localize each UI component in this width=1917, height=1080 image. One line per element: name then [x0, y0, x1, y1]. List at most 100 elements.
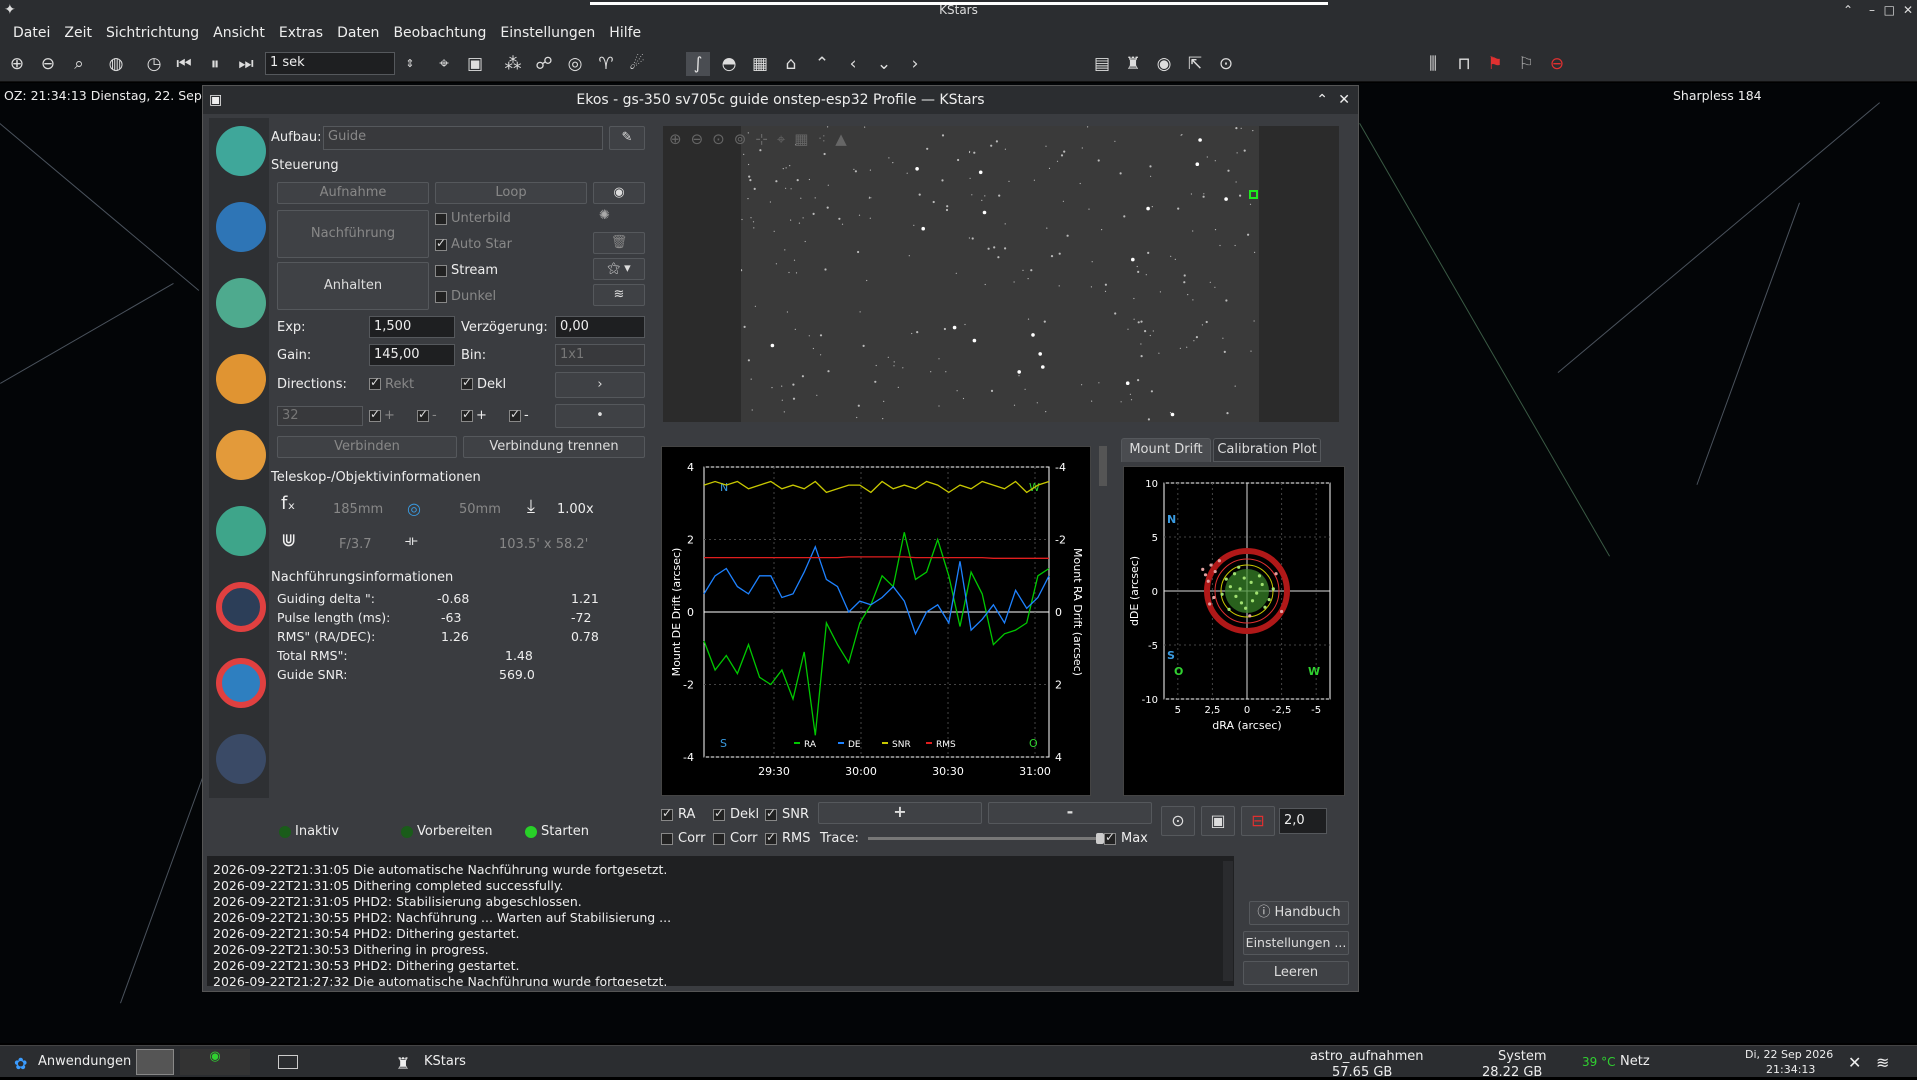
connect-button[interactable]: Verbinden	[277, 436, 457, 458]
ra-series-checkbox[interactable]	[661, 806, 673, 821]
trace-slider-handle[interactable]	[1096, 833, 1104, 844]
dark-checkbox[interactable]	[435, 291, 447, 303]
eye-icon[interactable]: ◉	[1152, 52, 1176, 76]
analyze-module-icon[interactable]	[216, 278, 266, 328]
horizon-icon[interactable]: ◓	[717, 52, 741, 76]
wand-button[interactable]: ⚝ ▾	[593, 258, 645, 280]
red-flag-icon[interactable]: ⚑	[1483, 52, 1507, 76]
tab-calibration-plot[interactable]: Calibration Plot	[1213, 438, 1321, 462]
stream-checkbox[interactable]	[435, 265, 447, 277]
ekos-collapse-icon[interactable]: ⌃	[1316, 86, 1328, 114]
zoom-fit-button[interactable]: ⊙	[1161, 806, 1195, 836]
up-icon[interactable]: ⌃	[810, 52, 834, 76]
settings-button[interactable]: Einstellungen ...	[1243, 931, 1349, 955]
zoom-out-graph-button[interactable]: -	[988, 802, 1152, 824]
box-size-select[interactable]: 32	[277, 406, 363, 426]
image-icon[interactable]: ▣	[463, 52, 487, 76]
mount-module-icon[interactable]	[216, 506, 266, 556]
right-icon[interactable]: ›	[903, 52, 927, 76]
menu-daten[interactable]: Daten	[337, 25, 379, 41]
close-icon[interactable]: ✕	[1903, 0, 1913, 20]
clear-graph-button[interactable]: ⊟	[1241, 806, 1275, 836]
autostar-checkbox[interactable]	[435, 236, 447, 251]
telescope-icon[interactable]: ♜	[1121, 52, 1145, 76]
ra-plus-checkbox[interactable]	[369, 407, 381, 422]
down-icon[interactable]: ⌄	[872, 52, 896, 76]
menu-beobachtung[interactable]: Beobachtung	[393, 25, 486, 41]
comet-icon[interactable]: ☄	[625, 52, 649, 76]
stop-button[interactable]: Anhalten	[277, 262, 429, 310]
drift-graph[interactable]: -4 4 -2 2 0 0 2 -2 4 -4 29:30 30:00 30:30 31:00 Mount …	[661, 446, 1091, 796]
graph-scrollbar[interactable]	[1099, 446, 1107, 486]
clock-date[interactable]: Di, 22 Sep 2026	[1745, 1048, 1833, 1061]
center-icon[interactable]: ⌖	[432, 52, 456, 76]
zoom-in-graph-button[interactable]: +	[818, 802, 982, 824]
guide-image[interactable]	[740, 126, 1259, 422]
frame-tool-icons[interactable]: ⊕⊖⊙⊚⊹⌖▦⁖▲	[669, 130, 856, 148]
target-icon[interactable]: ◎	[563, 52, 587, 76]
edit-setup-button[interactable]: ✎	[609, 126, 645, 150]
de-plus-checkbox[interactable]	[461, 407, 473, 422]
de-direction-checkbox[interactable]	[461, 375, 473, 390]
setup-module-icon[interactable]	[216, 126, 266, 176]
align-module-icon[interactable]	[216, 582, 266, 632]
menu-extras[interactable]: Extras	[279, 25, 323, 41]
de-minus-checkbox[interactable]	[509, 407, 521, 422]
no-entry-icon[interactable]: ⊖	[1545, 52, 1569, 76]
kstars-task-label[interactable]: KStars	[424, 1054, 466, 1069]
trace-slider[interactable]	[868, 833, 1104, 844]
guide-frame[interactable]: ⊕⊖⊙⊚⊹⌖▦⁖▲	[663, 126, 1339, 422]
menu-ansicht[interactable]: Ansicht	[213, 25, 265, 41]
maximize-icon[interactable]: □	[1884, 0, 1895, 20]
forward-icon[interactable]: ⏭	[234, 52, 258, 76]
ekos-close-icon[interactable]: ✕	[1338, 86, 1350, 114]
star-select-button[interactable]: •	[555, 404, 645, 428]
launcher-icon[interactable]: ✿	[14, 1054, 27, 1073]
exp-input[interactable]: 1,500	[369, 316, 455, 338]
menu-datei[interactable]: Datei	[13, 25, 50, 41]
disk-system[interactable]: System	[1498, 1049, 1546, 1064]
left-icon[interactable]: ‹	[841, 52, 865, 76]
layout-icon[interactable]: ⫼	[1421, 52, 1445, 76]
save-graph-button[interactable]: ▣	[1201, 806, 1235, 836]
menu-einstellungen[interactable]: Einstellungen	[500, 25, 595, 41]
scale-input[interactable]: 2,0	[1279, 808, 1327, 834]
log-scrollbar[interactable]	[1223, 861, 1233, 981]
disconnect-button[interactable]: Verbindung trennen	[463, 436, 645, 458]
constellation-icon[interactable]: ☍	[532, 52, 556, 76]
clock-icon[interactable]: ◷	[142, 52, 166, 76]
subframe-checkbox[interactable]	[435, 213, 447, 225]
delay-input[interactable]: 0,00	[555, 316, 645, 338]
guide-module-icon[interactable]	[216, 658, 266, 708]
magnify-icon[interactable]: ⊙	[1214, 52, 1238, 76]
window-minimize-icon[interactable]: –	[1869, 0, 1875, 20]
wifi-icon[interactable]: ≋	[1876, 1053, 1889, 1072]
home-icon[interactable]: ⌂	[779, 52, 803, 76]
ra-direction-checkbox[interactable]	[369, 375, 381, 390]
app-menu-icon[interactable]: ✦	[4, 0, 16, 20]
search-icon[interactable]: ⌕	[67, 52, 91, 76]
focus-module-icon[interactable]	[216, 430, 266, 480]
dekl-series-checkbox[interactable]	[713, 806, 725, 821]
stars-icon[interactable]: ⁂	[501, 52, 525, 76]
time-step-spinner-icon[interactable]: ⇕	[398, 52, 422, 76]
loop-button[interactable]: Loop	[435, 182, 587, 204]
clear-log-button[interactable]: Leeren	[1243, 961, 1349, 985]
bin-select[interactable]: 1x1	[555, 344, 645, 366]
capture-button[interactable]: Aufnahme	[277, 182, 429, 204]
menu-zeit[interactable]: Zeit	[64, 25, 92, 41]
lock-icon[interactable]: ⊓	[1452, 52, 1476, 76]
observatory-module-icon[interactable]	[216, 734, 266, 784]
log-panel[interactable]: 2026-09-22T21:31:05 Die automatische Nac…	[207, 856, 1234, 986]
menu-sichtrichtung[interactable]: Sichtrichtung	[106, 25, 199, 41]
mute-icon[interactable]: ✕	[1848, 1053, 1861, 1072]
ekos-task-button[interactable]	[136, 1049, 174, 1075]
minimize-icon[interactable]: ⌃	[1843, 0, 1853, 20]
guide-button[interactable]: Nachführung	[277, 210, 429, 258]
scatter-plot[interactable]: 10 5 0 -5 -10 5 2,5 0 -2,5 -5 N S W OdRA (arcsec) dDE …	[1123, 466, 1345, 796]
ekos-icon[interactable]: ▤	[1090, 52, 1114, 76]
nebula-icon[interactable]: ♈	[594, 52, 618, 76]
app-task-icon[interactable]: ◉	[180, 1049, 250, 1075]
export-icon[interactable]: ⇱	[1183, 52, 1207, 76]
network-label[interactable]: Netz	[1620, 1054, 1650, 1069]
